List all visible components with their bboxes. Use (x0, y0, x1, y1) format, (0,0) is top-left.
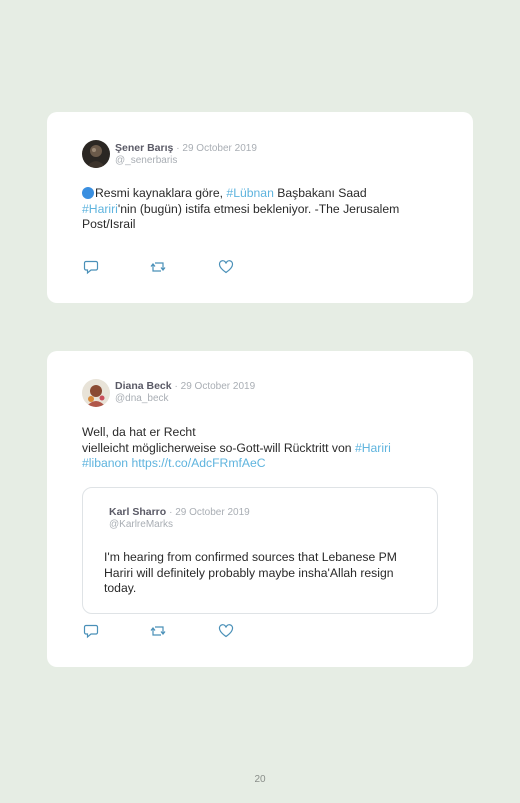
hashtag-link[interactable]: #Hariri (82, 202, 118, 216)
quote-author-handle[interactable]: @KarlreMarks (109, 519, 173, 530)
author-handle[interactable]: @_senerbaris (115, 155, 177, 166)
quote-date: · 29 October 2019 (169, 507, 250, 518)
tweet-date: · 29 October 2019 (176, 143, 257, 154)
tweet-text-line: vielleicht möglicherweise so-Gott-will R… (82, 440, 355, 455)
retweet-icon[interactable] (150, 259, 166, 275)
avatar[interactable] (82, 140, 110, 168)
quote-text: I'm hearing from confirmed sources that … (104, 550, 397, 595)
tweet-date: · 29 October 2019 (174, 381, 256, 392)
like-icon[interactable] (218, 623, 234, 639)
tweet-text-line: Well, da hat er Recht (82, 425, 196, 439)
like-icon[interactable] (218, 259, 234, 275)
tweet-text: Well, da hat er Recht vielleicht mögliche… (82, 425, 452, 472)
hashtag-link[interactable]: #Lübnan (226, 186, 273, 200)
tweet-text-part: Başbakanı Saad (273, 186, 367, 200)
url-link[interactable]: https://t.co/AdcFRmfAeC (131, 456, 265, 470)
hashtag-link[interactable]: #libanon (82, 456, 128, 470)
reply-icon[interactable] (83, 259, 99, 275)
tweet-text-part: 'nin (bugün) istifa etmesi bekleniyor. -… (82, 201, 400, 232)
author-handle[interactable]: @dna_beck (115, 393, 169, 404)
quoted-tweet[interactable]: Karl Sharro · 29 October 2019 @KarlreMar… (82, 487, 438, 614)
quote-author-name-text[interactable]: Karl Sharro (109, 506, 166, 518)
quote-author-name[interactable]: Karl Sharro · 29 October 2019 (109, 506, 250, 518)
tweet-text-part: Resmi kaynaklara göre, (95, 186, 227, 200)
author-name[interactable]: Diana Beck · 29 October 2019 (115, 380, 255, 392)
retweet-icon[interactable] (150, 623, 166, 639)
page-number: 20 (254, 774, 266, 785)
tweet-text: Resmi kaynaklara göre, #Lübnan Başbakanı… (82, 186, 452, 233)
blue-circle-emoji (82, 187, 94, 199)
author-name-text[interactable]: Şener Barış (115, 142, 173, 154)
author-name[interactable]: Şener Barış · 29 October 2019 (115, 142, 257, 154)
avatar[interactable] (82, 379, 110, 407)
author-name-text[interactable]: Diana Beck (115, 380, 172, 392)
tweet-card: Diana Beck · 29 October 2019 @dna_beck W… (47, 351, 473, 667)
reply-icon[interactable] (83, 623, 99, 639)
hashtag-link[interactable]: #Hariri (355, 441, 391, 455)
tweet-card: Şener Barış · 29 October 2019 @_senerbar… (47, 112, 473, 303)
